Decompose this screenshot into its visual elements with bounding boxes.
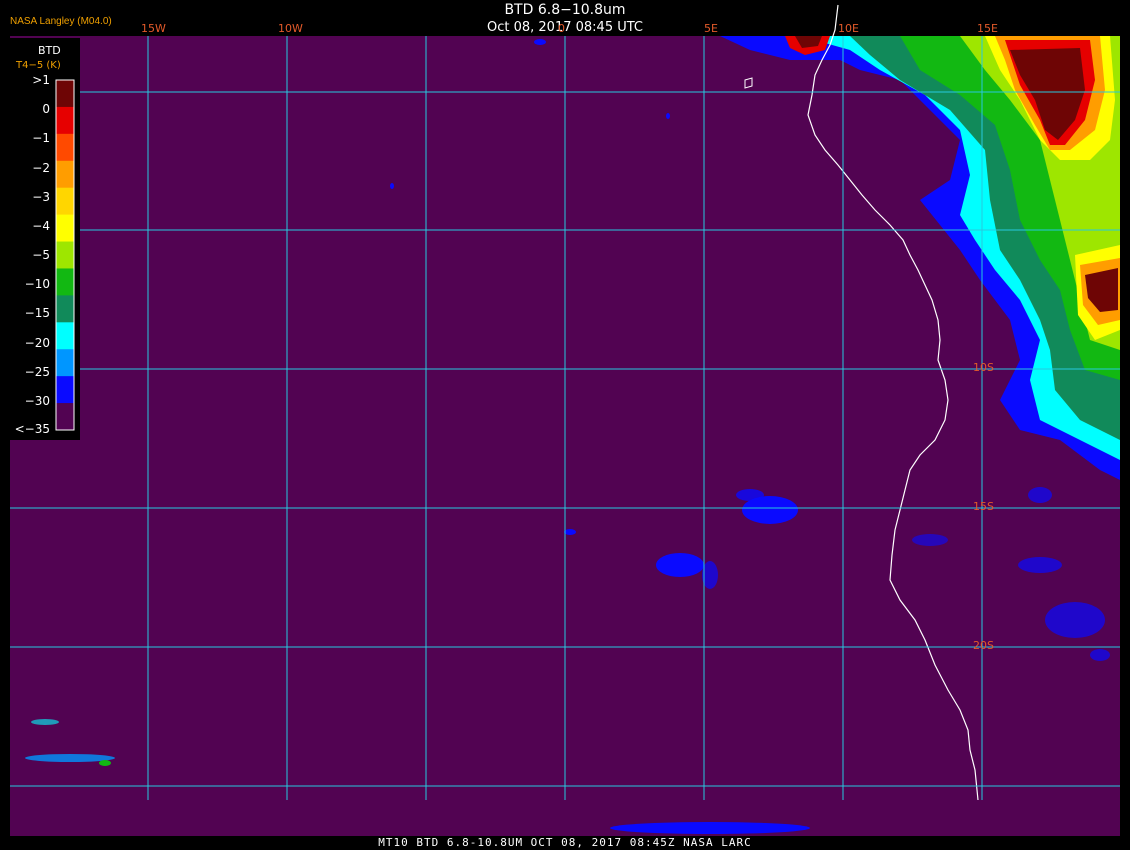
cloud-patch: [390, 183, 394, 189]
legend-swatch: [56, 160, 74, 189]
cloud-patch: [610, 822, 810, 834]
cloud-patch: [564, 529, 576, 535]
legend-tick-label: >1: [32, 73, 50, 87]
legend-tick-label: −20: [24, 335, 50, 350]
cloud-patch: [31, 719, 59, 725]
credit-label: NASA Langley (M04.0): [10, 16, 112, 27]
lon-label-15e: 15E: [977, 22, 998, 35]
cloud-patch: [1090, 649, 1110, 661]
footer-caption: MT10 BTD 6.8-10.8UM OCT 08, 2017 08:45Z …: [378, 836, 752, 849]
product-title: BTD 6.8−10.8um: [504, 2, 626, 18]
legend-tick-label: −15: [24, 306, 50, 321]
legend-swatch: [56, 214, 74, 243]
lon-label-0: 0: [558, 22, 565, 35]
legend-tick-label: −4: [32, 218, 50, 233]
cloud-patch: [99, 760, 111, 766]
legend-tick-label: −10: [24, 277, 50, 292]
legend-swatch: [56, 187, 74, 216]
legend-colorbar: [55, 79, 75, 431]
legend-swatch: [56, 349, 74, 377]
cloud-patch: [666, 113, 670, 119]
legend-swatch: [56, 268, 74, 296]
legend-tick-label: −5: [32, 248, 50, 262]
cloud-patch: [1045, 602, 1105, 638]
legend-swatch: [56, 106, 74, 135]
legend-swatch: [56, 80, 74, 108]
legend-tick-label: −3: [32, 189, 50, 204]
cloud-patch: [1018, 557, 1062, 573]
legend-swatch: [56, 322, 74, 350]
cloud-patch: [1028, 487, 1052, 503]
cloud-patch: [534, 39, 546, 45]
legend-tick-label: −30: [24, 393, 50, 408]
legend-units: T4−5 (K): [16, 60, 61, 71]
legend-swatch: [56, 376, 74, 404]
legend-tick-label: <−35: [14, 422, 50, 436]
legend-swatch: [56, 403, 74, 431]
cloud-patch: [656, 553, 704, 577]
cloud-patch: [912, 534, 948, 546]
lon-label-10e: 10E: [838, 22, 859, 35]
legend-swatch: [56, 241, 74, 269]
image-area-bottom-strip: [10, 800, 1120, 836]
legend-swatch: [56, 295, 74, 323]
lon-label-15w: 15W: [141, 22, 166, 35]
legend-tick-label: −25: [24, 364, 50, 379]
lon-label-10w: 10W: [278, 22, 303, 35]
cloud-patch: [736, 489, 764, 501]
datetime-label: Oct 08, 2017 08:45 UTC: [487, 20, 643, 35]
lat-label-10s: 10S: [973, 361, 994, 374]
lat-label-20s: 20S: [973, 639, 994, 652]
legend-title: BTD: [38, 44, 61, 57]
satellite-map: [0, 0, 1130, 850]
lon-label-5e: 5E: [704, 22, 718, 35]
legend-tick-label: 0: [42, 102, 50, 117]
legend-tick-label: −2: [32, 160, 50, 175]
lat-label-15s: 15S: [973, 500, 994, 513]
legend-swatch: [56, 133, 74, 162]
legend-tick-label: −1: [32, 131, 50, 146]
